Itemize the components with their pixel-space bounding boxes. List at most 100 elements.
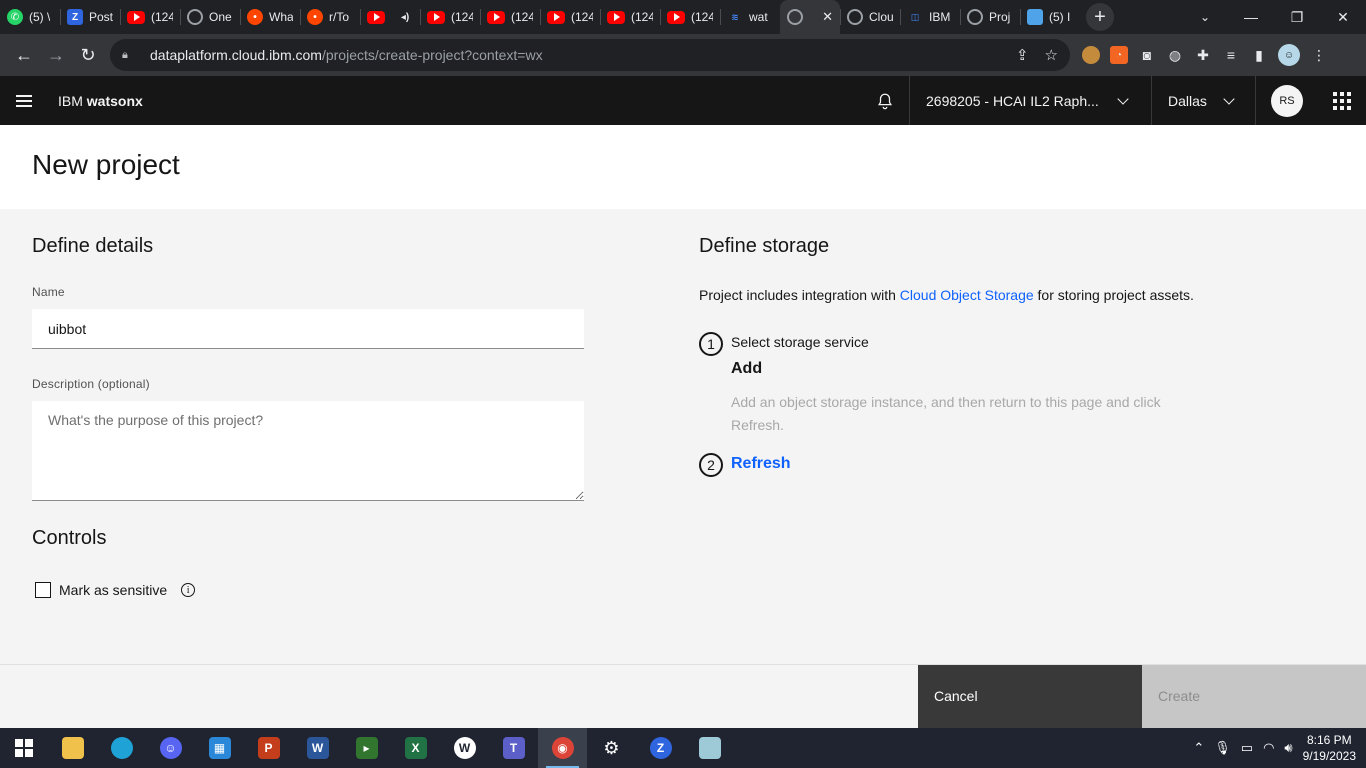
app-switcher-grid-icon[interactable] — [1318, 77, 1366, 125]
step-1-number: 1 — [699, 332, 723, 356]
taskbar-chrome[interactable]: ◉ — [538, 728, 587, 768]
browser-tab[interactable]: (124 — [540, 0, 600, 34]
volume-icon[interactable]: 🔊︎ — [1284, 740, 1292, 756]
taskbar-teams[interactable]: T — [489, 728, 538, 768]
puzzle-extensions-icon[interactable]: ✚ — [1194, 46, 1212, 64]
wifi-icon[interactable]: ◠ — [1263, 740, 1274, 756]
product-name[interactable]: IBM watsonx — [58, 93, 143, 109]
chevron-down-icon — [1223, 92, 1235, 105]
taskbar-excel[interactable]: X — [391, 728, 440, 768]
youtube-icon — [607, 10, 625, 24]
tray-overflow-chevron-icon[interactable]: ⌃ — [1193, 740, 1204, 756]
restore-icon[interactable]: ❐ — [1274, 0, 1320, 34]
browser-tab[interactable]: (124 — [120, 0, 180, 34]
clock-time: 8:16 PM — [1306, 733, 1352, 747]
browser-tab[interactable]: Z Post — [60, 0, 120, 34]
add-storage-label: Add — [731, 360, 763, 377]
cloud-object-storage-link[interactable]: Cloud Object Storage — [900, 287, 1034, 303]
taskbar-word[interactable]: W — [293, 728, 342, 768]
browser-tab[interactable]: ✆ (5) \ — [0, 0, 60, 34]
battery-icon[interactable]: ▭ — [1241, 740, 1253, 756]
speaker-icon[interactable]: ◂) — [397, 9, 413, 25]
taskbar-powerpoint[interactable]: P — [244, 728, 293, 768]
cube-icon — [1027, 9, 1043, 25]
taskbar-file-explorer[interactable] — [48, 728, 97, 768]
close-tab-icon[interactable]: ✕ — [822, 9, 833, 25]
taskbar-settings[interactable]: ⚙ — [587, 728, 636, 768]
github-icon — [187, 9, 203, 25]
share-icon[interactable]: ⇪ — [1016, 46, 1029, 64]
tab-search-chevron-icon[interactable]: ⌄ — [1182, 10, 1228, 24]
browser-tab[interactable]: (124 — [480, 0, 540, 34]
account-switcher[interactable]: 2698205 - HCAI IL2 Raph... — [909, 76, 1151, 125]
glasses-extension-icon[interactable]: ◙ — [1138, 46, 1156, 64]
side-panel-icon[interactable]: ▮ — [1250, 46, 1268, 64]
user-avatar[interactable]: RS — [1271, 84, 1303, 117]
browser-tab[interactable]: (124 — [600, 0, 660, 34]
zoho-icon: Z — [67, 9, 83, 25]
browser-tab[interactable]: (5) I — [1020, 0, 1080, 34]
browser-tab[interactable]: Proj — [960, 0, 1020, 34]
taskbar-edge[interactable] — [97, 728, 146, 768]
browser-tab[interactable]: One — [180, 0, 240, 34]
cancel-button[interactable]: Cancel — [918, 665, 1142, 728]
region-switcher[interactable]: Dallas — [1151, 76, 1255, 125]
taskbar-store[interactable]: ▦ — [195, 728, 244, 768]
taskbar-discord[interactable]: ☺ — [146, 728, 195, 768]
youtube-icon — [127, 10, 145, 24]
mark-sensitive-label[interactable]: Mark as sensitive — [59, 582, 167, 598]
excel-icon: X — [404, 737, 427, 759]
new-tab-button[interactable]: + — [1086, 3, 1114, 31]
close-window-icon[interactable]: ✕ — [1320, 0, 1366, 34]
watsonx-icon — [787, 9, 803, 25]
rss-extension-icon[interactable]: ◔ — [1110, 46, 1128, 64]
folder-icon — [61, 737, 84, 759]
browser-tab[interactable]: (124 — [420, 0, 480, 34]
globe-extension-icon[interactable]: ◍ — [1166, 46, 1184, 64]
notifications-bell-icon[interactable] — [861, 77, 909, 125]
add-storage-helptext: Add an object storage instance, and then… — [731, 394, 1161, 433]
browser-tab[interactable]: • r/To — [300, 0, 360, 34]
refresh-link[interactable]: Refresh — [731, 455, 791, 473]
cookie-extension-icon[interactable] — [1082, 46, 1100, 64]
youtube-icon — [547, 10, 565, 24]
profile-avatar-icon[interactable]: ☺ — [1278, 44, 1300, 66]
hamburger-menu-icon[interactable] — [0, 77, 48, 125]
taskbar-clock[interactable]: 8:16 PM 9/19/2023 — [1303, 732, 1356, 764]
taskbar-webex[interactable]: W — [440, 728, 489, 768]
media-control-icon[interactable]: ≡ — [1222, 46, 1240, 64]
bookmark-star-icon[interactable]: ☆ — [1045, 46, 1058, 64]
browser-tab[interactable]: (124 — [660, 0, 720, 34]
microphone-icon[interactable]: 🎙︎ — [1214, 740, 1231, 756]
info-icon[interactable]: i — [181, 583, 196, 597]
taskbar-notes[interactable] — [685, 728, 734, 768]
mark-sensitive-checkbox[interactable] — [35, 582, 51, 598]
browser-tab[interactable]: ≋ wat — [720, 0, 780, 34]
chrome-icon: ◉ — [551, 737, 574, 759]
project-name-input[interactable] — [32, 309, 584, 349]
taskbar-planner[interactable]: ▸ — [342, 728, 391, 768]
chevron-down-icon — [1117, 92, 1129, 105]
browser-tab[interactable]: (◂) — [360, 0, 420, 34]
reddit-icon: • — [247, 9, 263, 25]
project-description-textarea[interactable] — [32, 401, 584, 501]
browser-menu-icon[interactable]: ⋮ — [1310, 46, 1328, 64]
forward-arrow-icon[interactable]: → — [40, 39, 72, 71]
address-bar[interactable]: 🔒︎ dataplatform.cloud.ibm.com/projects/c… — [110, 39, 1070, 71]
back-arrow-icon[interactable]: ← — [8, 39, 40, 71]
define-storage-heading: Define storage — [699, 235, 830, 257]
create-button[interactable]: Create — [1142, 665, 1366, 728]
browser-tab-active[interactable]: ✕ — [780, 0, 840, 34]
minimize-icon[interactable]: — — [1228, 0, 1274, 34]
browser-tab[interactable]: • Wha — [240, 0, 300, 34]
reddit-icon: • — [307, 9, 323, 25]
taskbar-zoho[interactable]: Z — [636, 728, 685, 768]
browser-tab[interactable]: ◫ IBM — [900, 0, 960, 34]
lock-icon[interactable]: 🔒︎ — [122, 49, 136, 62]
reload-icon[interactable]: ↻ — [72, 39, 104, 71]
extensions-area: ◔ ◙ ◍ ✚ ≡ ▮ ☺ ⋮ — [1082, 44, 1328, 66]
select-storage-service-label: Select storage service — [731, 334, 869, 350]
youtube-icon — [427, 10, 445, 24]
browser-tab[interactable]: Clou — [840, 0, 900, 34]
windows-start-icon[interactable] — [0, 728, 48, 768]
